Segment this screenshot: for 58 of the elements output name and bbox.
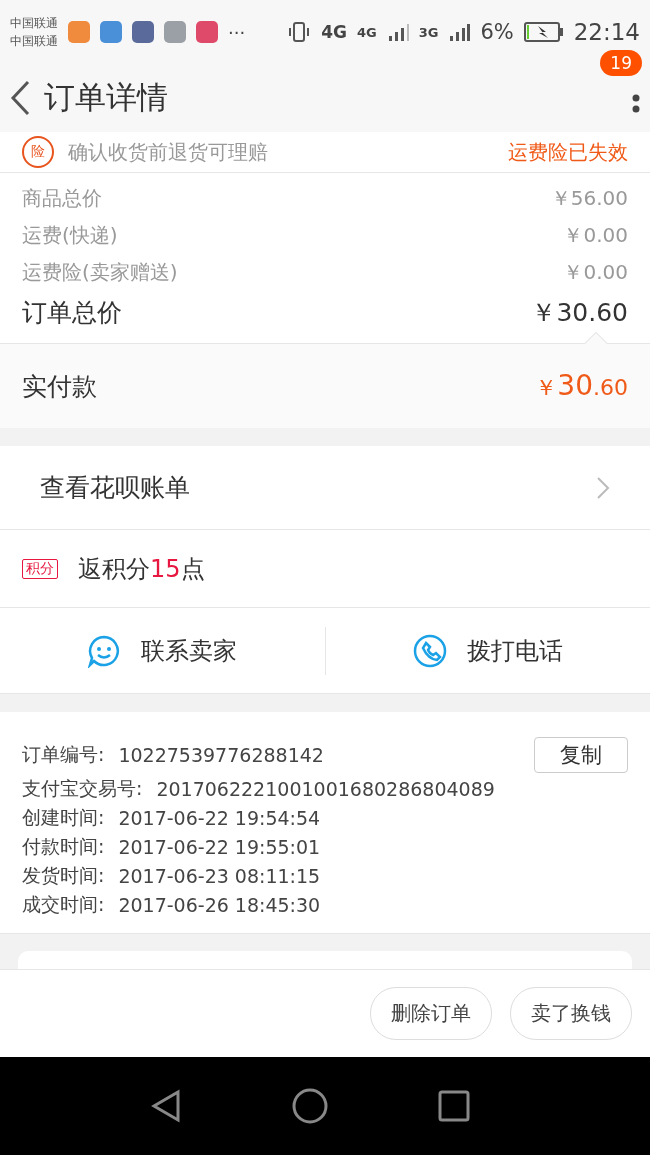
app-notification-icon [132, 21, 154, 43]
points-reward: 返积分15点 [78, 553, 205, 585]
info-label: 订单编号: [22, 742, 105, 767]
info-value: 2017062221001001680286804089 [156, 778, 495, 800]
network-type: 4G [321, 22, 347, 42]
info-label: 付款时间: [22, 834, 105, 859]
price-value: ￥0.00 [563, 259, 628, 286]
home-icon[interactable] [292, 1088, 328, 1124]
network-type: 4G [356, 24, 377, 40]
carrier-name: 中国联通 [10, 33, 58, 50]
action-button[interactable]: 删除订单 [370, 987, 492, 1040]
info-label: 支付宝交易号: [22, 776, 143, 801]
contact-button[interactable]: 联系卖家 [0, 626, 325, 675]
app-notification-icon [68, 21, 90, 43]
battery-charging-icon [523, 22, 564, 42]
insurance-note: 确认收货前退货可理赔 [68, 138, 268, 166]
network-type: 3G [418, 24, 439, 40]
info-value: 2017-06-22 19:55:01 [118, 836, 321, 858]
app-notification-icon [196, 21, 218, 43]
more-notifications: ··· [228, 21, 246, 43]
info-label: 发货时间: [22, 863, 105, 888]
app-notification-icon [164, 21, 186, 43]
vibrate-icon [287, 20, 312, 44]
paid-label: 实付款 [22, 370, 97, 403]
back-icon[interactable] [8, 79, 32, 117]
page-title: 订单详情 [44, 78, 168, 117]
info-value: 2017-06-22 19:54:54 [118, 807, 321, 829]
price-label: 运费险(卖家赠送) [22, 259, 178, 286]
info-value: 10227539776288142 [118, 744, 324, 766]
price-label: 运费(快递) [22, 222, 118, 249]
recents-icon[interactable] [438, 1090, 470, 1122]
notification-badge: 19 [600, 50, 642, 76]
contact-button[interactable]: 拨打电话 [325, 626, 650, 675]
chevron-right-icon [596, 475, 610, 500]
clock: 22:14 [573, 19, 640, 45]
app-notification-icon [100, 21, 122, 43]
info-label: 创建时间: [22, 805, 105, 830]
carrier-name: 中国联通 [10, 15, 58, 32]
back-icon[interactable] [150, 1089, 182, 1123]
info-value: 2017-06-26 18:45:30 [118, 894, 321, 916]
price-value: ￥30.60 [531, 297, 628, 329]
phone-icon [412, 633, 447, 668]
huabei-bill-link[interactable]: 查看花呗账单 [40, 471, 190, 504]
copy-button[interactable]: 复制 [534, 737, 628, 773]
smiley-chat-icon [87, 633, 122, 668]
action-button[interactable]: 卖了换钱 [510, 987, 632, 1040]
info-label: 成交时间: [22, 892, 105, 917]
paid-amount: ￥30.60 [535, 369, 628, 403]
price-label: 订单总价 [22, 297, 122, 329]
price-value: ￥56.00 [550, 185, 628, 212]
signal-icon [448, 21, 471, 43]
insurance-icon: 险 [22, 136, 54, 168]
signal-icon [386, 21, 409, 43]
price-value: ￥0.00 [563, 222, 628, 249]
points-tag: 积分 [22, 558, 58, 579]
battery-percentage: 6% [480, 20, 514, 44]
info-value: 2017-06-23 08:11:15 [118, 865, 321, 887]
price-label: 商品总价 [22, 185, 102, 212]
